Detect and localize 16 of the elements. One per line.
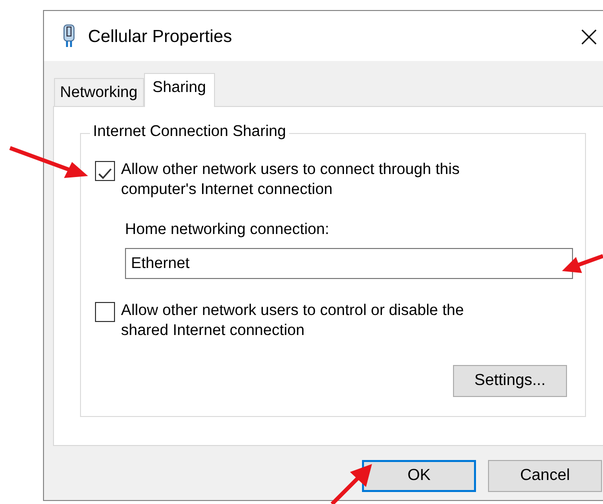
home-connection-field[interactable]: Ethernet [125,248,573,279]
checkbox-label: Allow other network users to control or disable the shared Internet connection [121,300,465,341]
annotation-arrow [562,254,603,273]
tab[interactable]: Networking [54,78,144,106]
settings-button[interactable]: Settings... [453,364,567,397]
annotation-arrow [330,464,372,504]
dialog-button[interactable]: Cancel [488,460,602,492]
checkbox[interactable] [95,161,115,182]
field-label: Home networking connection: [125,220,330,240]
cellular-device-icon [62,24,76,48]
window-title: Cellular Properties [88,24,232,48]
checkbox-label: Allow other network users to connect through this computer's Internet connection [121,160,461,200]
tab[interactable]: Sharing [144,73,215,108]
group-title: Internet Connection Sharing [90,123,290,142]
dialog-button[interactable]: OK [362,460,476,492]
checkbox[interactable] [95,302,115,322]
